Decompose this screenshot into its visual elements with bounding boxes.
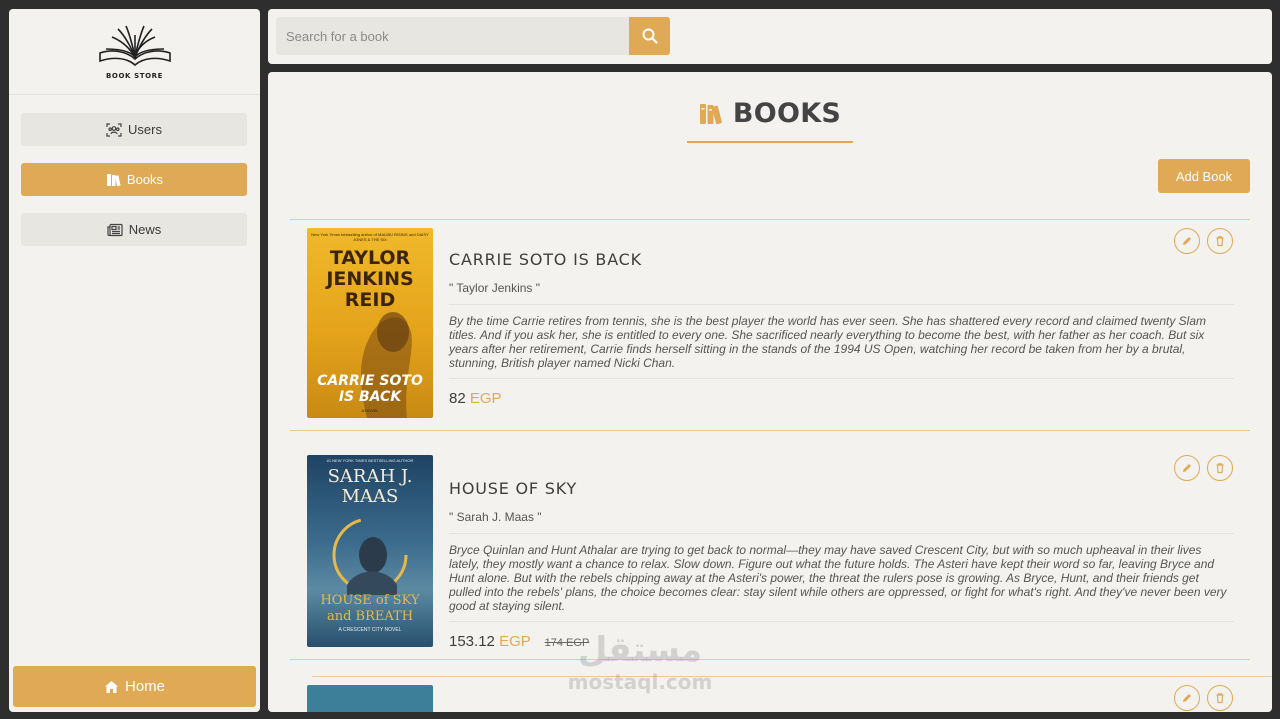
book-description: By the time Carrie retires from tennis, … — [449, 314, 1234, 379]
edit-button[interactable] — [1174, 455, 1200, 481]
home-button[interactable]: Home — [13, 666, 256, 707]
sidebar-item-news[interactable]: News — [21, 213, 247, 246]
add-book-button[interactable]: Add Book — [1158, 159, 1250, 193]
cover-title: CARRIE SOTO IS BACK — [307, 373, 433, 405]
cover-title-line: CARRIE SOTO — [317, 373, 423, 389]
delete-button[interactable] — [1207, 455, 1233, 481]
sidebar-item-label: Users — [128, 122, 162, 137]
cover-title-line: HOUSE of SKY — [320, 593, 420, 608]
home-button-label: Home — [124, 678, 165, 695]
book-item: #1 NEW YORK TIMES BESTSELLING AUTHOR SAR… — [290, 430, 1250, 660]
book-description: Bryce Quinlan and Hunt Athalar are tryin… — [449, 543, 1234, 622]
watermark: مستقل mostaql.com — [562, 630, 718, 694]
cover-author: SARAH J. MAAS — [307, 467, 433, 507]
watermark-arabic: مستقل — [577, 630, 703, 670]
cover-author-line: MAAS — [341, 486, 399, 507]
newspaper-icon — [107, 223, 123, 236]
delete-button[interactable] — [1207, 685, 1233, 711]
users-icon — [106, 122, 122, 137]
pencil-icon — [1183, 237, 1191, 245]
sidebar: BOOK STORE Users Books News Home — [9, 9, 260, 712]
book-title[interactable]: HOUSE OF SKY — [449, 479, 1234, 498]
pencil-icon — [1183, 694, 1191, 702]
cover-subtitle: A CRESCENT CITY NOVEL — [338, 627, 402, 633]
search-icon — [642, 28, 658, 44]
search-button[interactable] — [629, 17, 670, 55]
price-value: 153.12 — [449, 633, 495, 650]
trash-icon — [1216, 463, 1224, 474]
cover-subtitle: A NOVEL — [361, 408, 379, 413]
sidebar-item-books[interactable]: Books — [21, 163, 247, 196]
cover-tagline: New York Times bestselling author of MAL… — [311, 232, 429, 242]
books-icon — [699, 104, 722, 125]
cover-title-line: IS BACK — [338, 389, 402, 405]
book-author: " Taylor Jenkins " — [449, 281, 1234, 305]
cover-title: HOUSE of SKY and BREATH — [307, 593, 433, 625]
book-info: CARRIE SOTO IS BACK " Taylor Jenkins " B… — [449, 250, 1234, 407]
book-author: " Sarah J. Maas " — [449, 510, 1234, 534]
page-heading: BOOKS — [687, 98, 853, 143]
books-icon — [106, 173, 121, 186]
book-title[interactable]: CARRIE SOTO IS BACK — [449, 250, 1234, 269]
top-bar — [268, 9, 1272, 64]
watermark-latin: mostaql.com — [567, 670, 713, 694]
cover-author-line: REID — [344, 289, 396, 311]
edit-button[interactable] — [1174, 228, 1200, 254]
cover-author-line: TAYLOR — [329, 247, 411, 269]
sidebar-item-label: News — [128, 222, 162, 237]
home-icon — [104, 680, 118, 693]
trash-icon — [1216, 693, 1224, 704]
open-book-logo-icon — [98, 25, 171, 67]
divider — [312, 676, 1272, 677]
sidebar-item-users[interactable]: Users — [21, 113, 247, 146]
book-item: New York Times bestselling author of MAL… — [290, 219, 1250, 430]
trash-icon — [1216, 236, 1224, 247]
page-title: BOOKS — [732, 98, 842, 129]
main-panel: BOOKS Add Book New York Times bestsellin… — [268, 72, 1272, 712]
cover-author-line: JENKINS — [326, 268, 414, 290]
price-value: 82 — [449, 390, 466, 407]
cover-tagline: #1 NEW YORK TIMES BESTSELLING AUTHOR — [326, 458, 414, 463]
delete-button[interactable] — [1207, 228, 1233, 254]
book-info: HOUSE OF SKY " Sarah J. Maas " Bryce Qui… — [449, 479, 1234, 650]
sidebar-item-label: Books — [126, 172, 164, 187]
book-price: 82 EGP — [449, 390, 1234, 407]
logo[interactable]: BOOK STORE — [9, 9, 260, 95]
pencil-icon — [1183, 464, 1191, 472]
cover-author-line: SARAH J. — [327, 466, 413, 487]
search-input[interactable] — [276, 17, 629, 55]
price-currency: EGP — [469, 390, 502, 407]
cover-author: TAYLOR JENKINS REID — [307, 248, 433, 311]
logo-text: BOOK STORE — [105, 72, 164, 80]
book-cover[interactable]: #1 NEW YORK TIMES BESTSELLING AUTHOR SAR… — [307, 455, 433, 647]
price-currency: EGP — [499, 633, 531, 650]
book-cover[interactable]: New York Times bestselling author of MAL… — [307, 228, 433, 418]
book-cover[interactable] — [307, 685, 433, 712]
edit-button[interactable] — [1174, 685, 1200, 711]
cover-title-line: and BREATH — [326, 609, 414, 624]
book-item — [290, 659, 1272, 712]
